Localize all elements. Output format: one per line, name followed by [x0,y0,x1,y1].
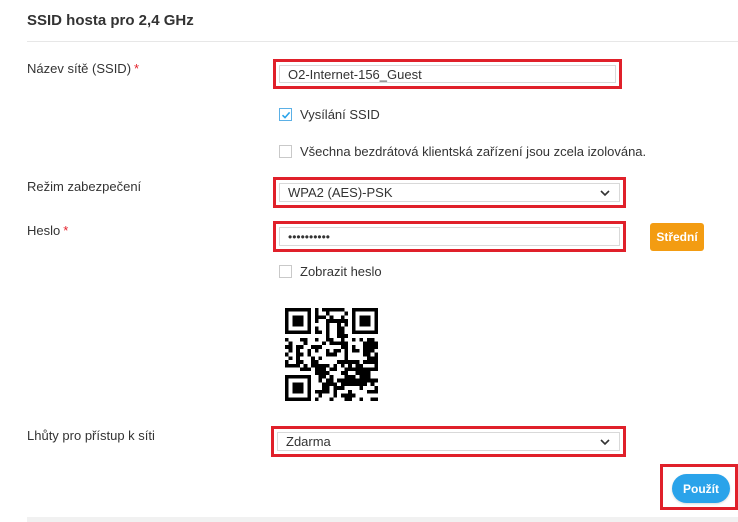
title-divider [27,41,738,42]
password-input[interactable]: •••••••••• [279,227,620,246]
ssid-highlight: O2-Internet-156_Guest [273,59,622,89]
apply-button[interactable]: Použít [672,474,730,503]
section-title: SSID hosta pro 2,4 GHz [27,12,194,29]
password-masked-value: •••••••••• [288,229,331,244]
apply-highlight: Použít [660,464,738,510]
password-label-text: Heslo [27,223,61,238]
password-label: Heslo * [27,223,68,238]
chevron-down-icon [600,438,610,445]
qr-code-icon [285,308,378,401]
show-password-label: Zobrazit heslo [300,264,382,279]
required-mark: * [134,61,140,76]
broadcast-ssid-row[interactable]: Vysílání SSID [279,107,380,122]
isolation-label: Všechna bezdrátová klientská zařízení js… [300,144,647,159]
ssid-input[interactable]: O2-Internet-156_Guest [279,65,616,83]
isolation-checkbox[interactable] [279,145,292,158]
access-time-label: Lhůty pro přístup k síti [27,428,155,443]
show-password-checkbox[interactable] [279,265,292,278]
broadcast-ssid-label: Vysílání SSID [300,107,380,122]
required-mark: * [63,223,69,238]
security-mode-select[interactable]: WPA2 (AES)-PSK [279,183,620,202]
ssid-label: Název sítě (SSID) * [27,61,139,76]
password-highlight: •••••••••• [273,221,626,252]
security-mode-highlight: WPA2 (AES)-PSK [273,177,626,208]
security-mode-label: Režim zabezpečení [27,179,142,194]
chevron-down-icon [600,189,610,196]
security-mode-value: WPA2 (AES)-PSK [288,185,393,200]
show-password-row[interactable]: Zobrazit heslo [279,264,382,279]
checkmark-icon [281,111,290,119]
ssid-input-value: O2-Internet-156_Guest [288,66,422,82]
footer-divider [27,517,738,522]
access-time-select[interactable]: Zdarma [277,432,620,451]
access-time-highlight: Zdarma [271,426,626,457]
isolation-row[interactable]: Všechna bezdrátová klientská zařízení js… [279,144,646,159]
broadcast-ssid-checkbox[interactable] [279,108,292,121]
ssid-label-text: Název sítě (SSID) [27,61,132,76]
access-time-value: Zdarma [286,434,331,449]
password-strength-badge: Střední [650,223,704,251]
